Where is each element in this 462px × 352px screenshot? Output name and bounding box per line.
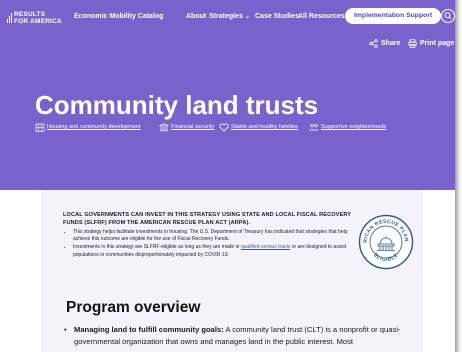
print-button[interactable]: Print page xyxy=(408,39,454,48)
arpa-notice-heading: LOCAL GOVERNMENTS CAN INVEST IN THIS STR… xyxy=(63,212,352,226)
bullet-dot: • xyxy=(64,325,67,334)
printer-icon xyxy=(408,39,417,48)
tag-stable-families[interactable]: Stable and healthy families xyxy=(219,123,298,132)
implementation-support-button[interactable]: Implementation Support xyxy=(345,8,442,24)
top-navigation: RESULTS FOR AMERICA Economic Mobility Ca… xyxy=(0,0,455,36)
catalog-home-link[interactable]: Economic Mobility Catalog xyxy=(74,12,163,21)
hero-banner: RESULTS FOR AMERICA Economic Mobility Ca… xyxy=(0,0,455,190)
arpa-bullet-1: This strategy helps facilitate investmen… xyxy=(73,229,355,243)
nav-about[interactable]: About xyxy=(186,12,206,21)
program-overview-heading: Program overview xyxy=(66,299,201,316)
search-icon xyxy=(444,12,452,19)
nav-strategies-label: Strategies xyxy=(209,13,243,20)
arpa-notice: LOCAL GOVERNMENTS CAN INVEST IN THIS STR… xyxy=(63,211,355,259)
arpa-eligible-seal: AMERICAN RESCUE PLAN ACT ELIGIBLE xyxy=(358,214,414,270)
overview-bullet-title: Managing land to fulfill community goals… xyxy=(74,325,224,334)
content-card: LOCAL GOVERNMENTS CAN INVEST IN THIS STR… xyxy=(41,190,423,352)
logo-line-2: FOR AMERICA xyxy=(14,18,62,25)
arpa-notice-list: This strategy helps facilitate investmen… xyxy=(63,229,355,259)
people-icon xyxy=(309,123,319,132)
arpa-bullet-2-text-before: Investments in this strategy are SLFRF-e… xyxy=(73,244,241,251)
tag-housing-label: Housing and community development xyxy=(47,124,141,130)
chevron-down-icon: ⌄ xyxy=(244,14,250,20)
window-edge-shadow xyxy=(455,0,462,352)
tag-financial-security[interactable]: Financial security xyxy=(159,123,214,132)
nav-all-resources[interactable]: All Resources xyxy=(298,12,345,21)
search-button[interactable] xyxy=(441,9,455,23)
tag-stable-families-label: Stable and healthy families xyxy=(231,124,298,130)
arpa-bullet-2: Investments in this strategy are SLFRF-e… xyxy=(73,244,355,258)
page-title: Community land trusts xyxy=(35,90,319,120)
share-icon xyxy=(369,39,378,48)
logo-bars-icon xyxy=(7,13,13,23)
results-for-america-logo[interactable]: RESULTS FOR AMERICA xyxy=(7,11,69,25)
tag-supportive-neighborhoods[interactable]: Supportive neighborhoods xyxy=(309,123,386,132)
nav-case-studies[interactable]: Case Studies xyxy=(255,12,299,21)
building-icon xyxy=(35,123,45,132)
page: RESULTS FOR AMERICA Economic Mobility Ca… xyxy=(0,0,455,352)
heart-icon xyxy=(219,123,229,132)
qualified-census-tracts-link[interactable]: qualified census tracts xyxy=(241,244,290,250)
logo-line-1: RESULTS xyxy=(14,11,46,18)
nav-strategies[interactable]: Strategies ⌄ xyxy=(209,12,250,22)
tag-housing[interactable]: Housing and community development xyxy=(35,123,141,132)
tag-supportive-neighborhoods-label: Supportive neighborhoods xyxy=(321,124,387,130)
share-button[interactable]: Share xyxy=(369,39,400,48)
overview-bullet: • Managing land to fulfill community goa… xyxy=(64,324,416,347)
bank-icon xyxy=(159,123,169,132)
